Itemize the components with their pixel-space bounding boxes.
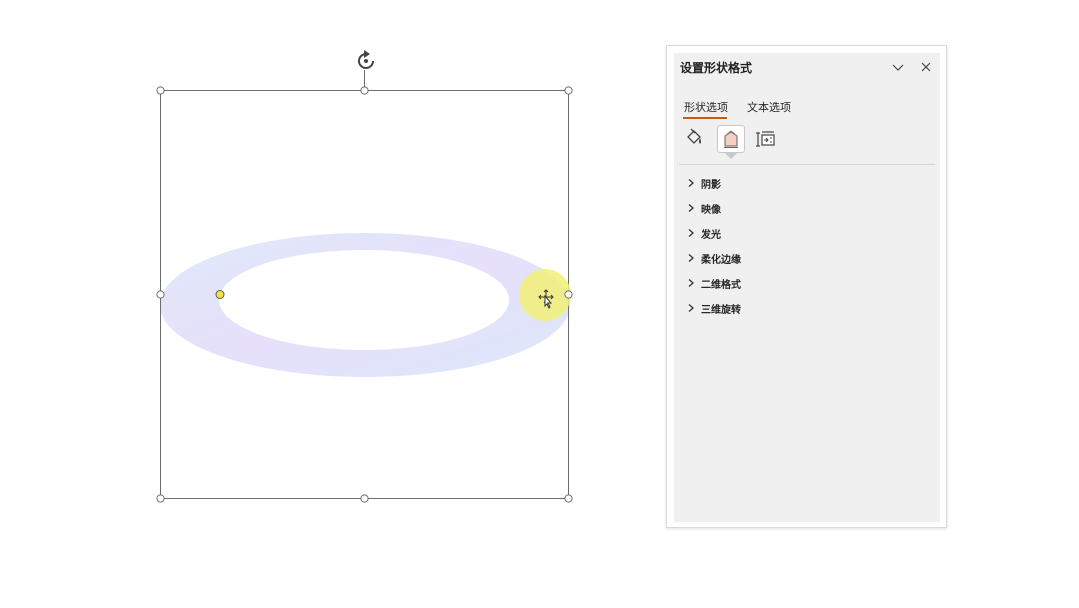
- chevron-right-icon: [688, 204, 694, 212]
- size-properties-icon: [756, 131, 775, 147]
- chevron-down-icon: [892, 64, 904, 71]
- section-shadow[interactable]: 阴影: [686, 174, 721, 192]
- section-label: 二维格式: [701, 279, 741, 291]
- chevron-right-icon: [688, 304, 694, 312]
- slide-canvas[interactable]: [0, 0, 650, 608]
- effects-button[interactable]: [717, 125, 745, 153]
- selected-category-pointer: [725, 153, 737, 159]
- section-label: 阴影: [701, 179, 721, 191]
- resize-handle-bottom-left[interactable]: [156, 494, 165, 503]
- tab-shape-options[interactable]: 形状选项: [684, 99, 728, 115]
- format-shape-pane: 设置形状格式 形状选项 文本选项 阴影 映像 发光 柔化边缘 二维格式 三维旋转: [666, 45, 947, 528]
- chevron-right-icon: [688, 279, 694, 287]
- fill-line-button[interactable]: [680, 125, 708, 153]
- chevron-right-icon: [688, 179, 694, 187]
- section-reflection[interactable]: 映像: [686, 199, 721, 217]
- resize-handle-top-right[interactable]: [564, 86, 573, 95]
- resize-handle-left[interactable]: [156, 290, 165, 299]
- chevron-right-icon: [688, 254, 694, 262]
- resize-handle-bottom-right[interactable]: [564, 494, 573, 503]
- rotation-handle-icon[interactable]: [358, 50, 374, 69]
- selected-tab-indicator: [683, 117, 727, 119]
- resize-handle-top-left[interactable]: [156, 86, 165, 95]
- pane-options-button[interactable]: [890, 59, 906, 75]
- shape-drawing[interactable]: [0, 0, 650, 608]
- pane-divider: [679, 164, 935, 165]
- section-3d-rotation[interactable]: 三维旋转: [686, 299, 741, 317]
- section-label: 发光: [701, 229, 721, 241]
- cursor-highlight: [519, 269, 571, 321]
- section-label: 三维旋转: [701, 304, 741, 316]
- resize-handle-bottom[interactable]: [360, 494, 369, 503]
- pane-title: 设置形状格式: [680, 61, 753, 75]
- resize-handle-right[interactable]: [564, 290, 573, 299]
- effects-icon: [724, 130, 738, 148]
- tab-text-options[interactable]: 文本选项: [747, 99, 791, 115]
- ring-shape[interactable]: [160, 233, 570, 377]
- pane-close-button[interactable]: [918, 59, 934, 75]
- fill-line-icon: [687, 128, 701, 144]
- close-icon: [921, 62, 931, 72]
- resize-handle-top[interactable]: [360, 86, 369, 95]
- section-2d-format[interactable]: 二维格式: [686, 274, 741, 292]
- chevron-right-icon: [688, 229, 694, 237]
- section-soft-edges[interactable]: 柔化边缘: [686, 249, 741, 267]
- adjustment-handle[interactable]: [215, 290, 225, 299]
- format-shape-pane-body: 设置形状格式 形状选项 文本选项 阴影 映像 发光 柔化边缘 二维格式 三维旋转: [674, 53, 940, 522]
- size-properties-button[interactable]: [753, 125, 781, 153]
- section-glow[interactable]: 发光: [686, 224, 721, 242]
- section-label: 映像: [701, 204, 721, 216]
- section-label: 柔化边缘: [701, 254, 741, 266]
